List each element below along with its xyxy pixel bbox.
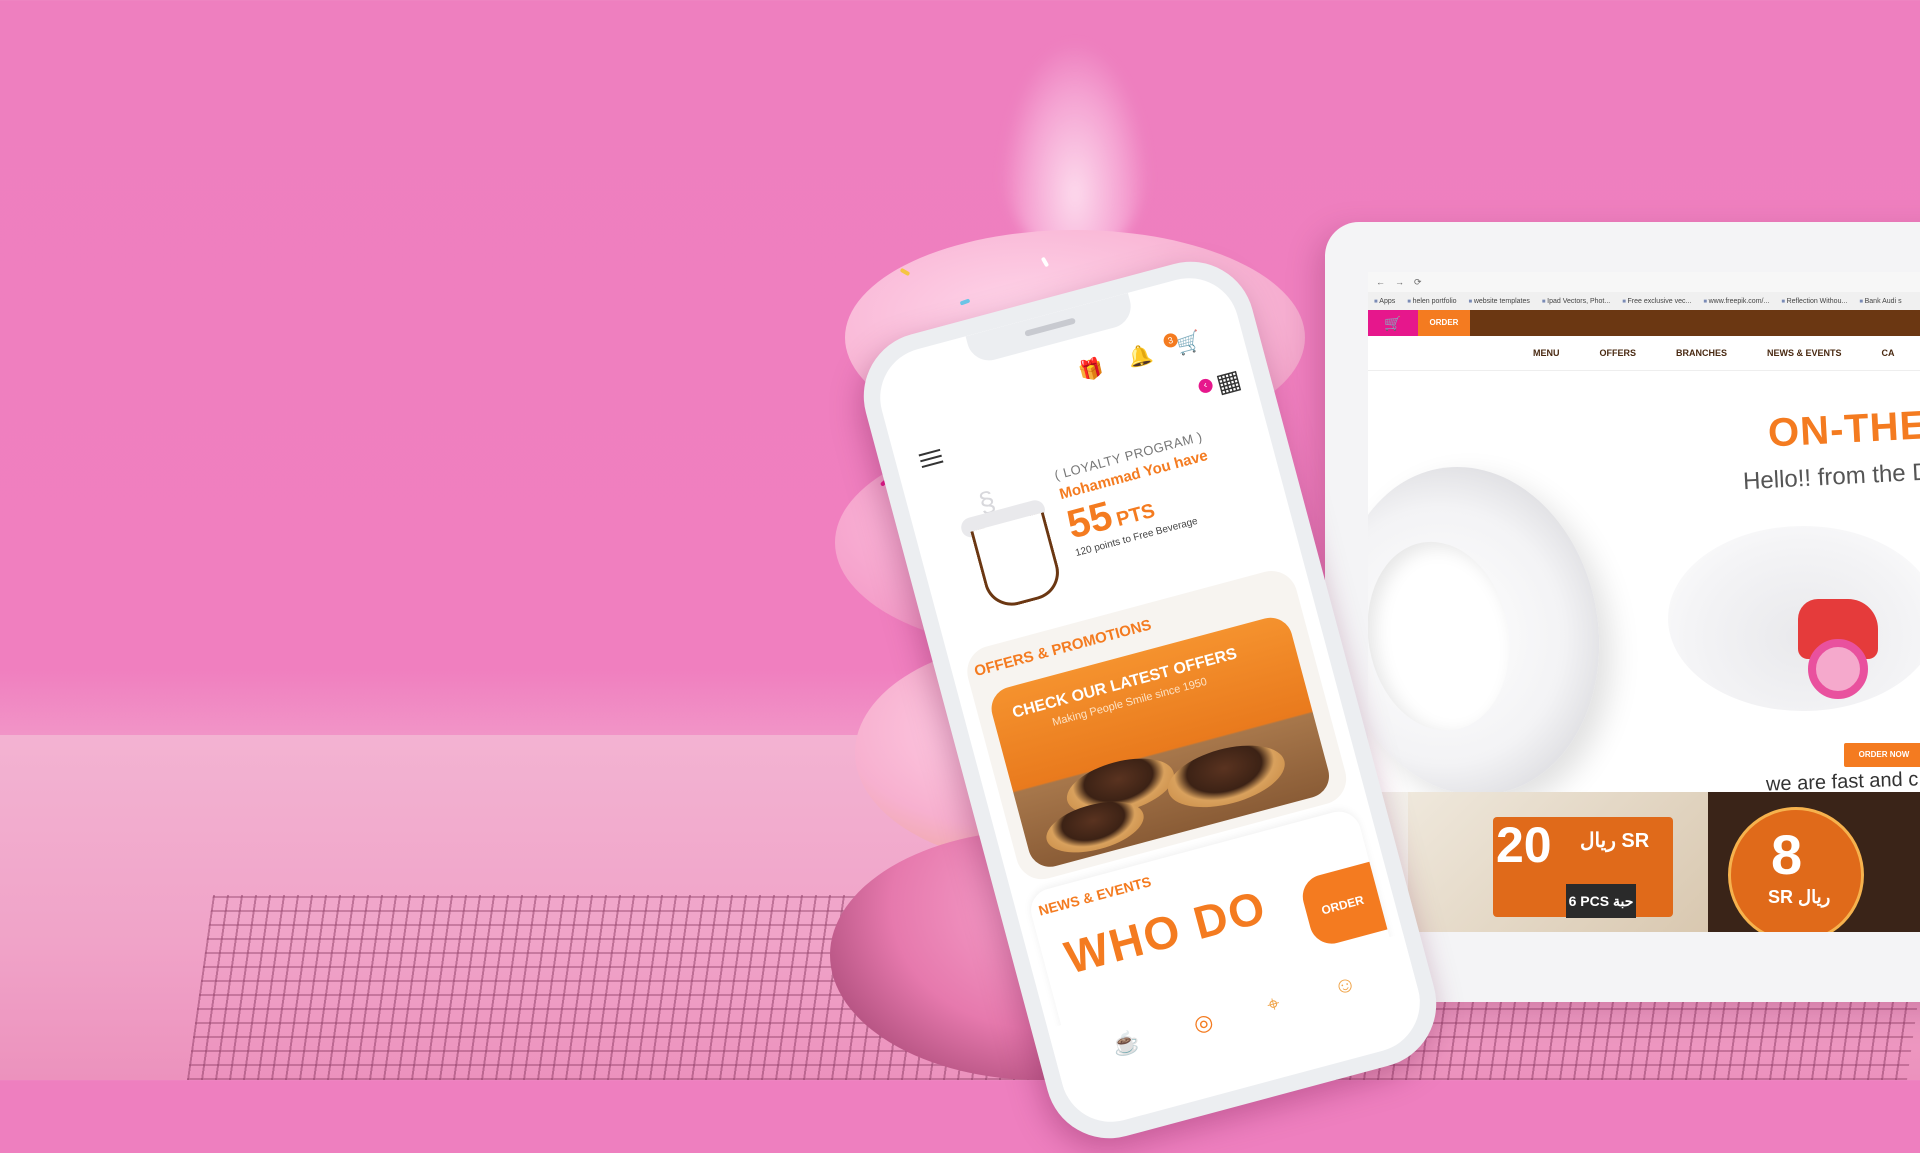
menu-icon[interactable]: [918, 445, 945, 472]
mug-illustration: [1368, 445, 1625, 817]
city-illustration: [1668, 526, 1920, 711]
donut-icon[interactable]: ◎: [1191, 1008, 1216, 1038]
loyalty-panel: ( LOYALTY PROGRAM ) Mohammad You have 55…: [1053, 429, 1225, 559]
order-strip: 🛒 ORDER: [1368, 310, 1920, 336]
order-tab[interactable]: ORDER: [1418, 310, 1470, 336]
cart-icon[interactable]: 🛒: [1368, 310, 1418, 336]
bookmark-item[interactable]: www.freepik.com/...: [1703, 298, 1770, 305]
nav-news-events[interactable]: NEWS & EVENTS: [1767, 348, 1842, 358]
bell-icon[interactable]: 🔔: [1125, 341, 1156, 372]
browser-toolbar: ← → ⟳: [1368, 272, 1920, 292]
nav-offers[interactable]: OFFERS: [1600, 348, 1637, 358]
hero-subtitle: Hello!! from the De: [1742, 457, 1920, 496]
promo-price-20: 20: [1496, 817, 1552, 873]
coffee-cup-illustration: §: [950, 472, 1073, 621]
qr-code-icon[interactable]: ▦: [1213, 363, 1245, 399]
forward-icon[interactable]: →: [1395, 277, 1404, 287]
cart-badge: 3: [1161, 331, 1180, 350]
cup-icon[interactable]: ☕: [1110, 1028, 1143, 1060]
profile-icon[interactable]: ☺: [1331, 970, 1359, 1001]
reload-icon[interactable]: ⟳: [1414, 277, 1422, 288]
bookmarks-bar: Apps helen portfolio website templates I…: [1368, 292, 1920, 310]
hero-section: ON-THE- Hello!! from the De ORDER NOW we…: [1368, 371, 1920, 817]
steam-cloud: [1000, 40, 1150, 260]
bookmark-item[interactable]: Bank Audi s: [1859, 298, 1902, 305]
back-icon[interactable]: ←: [1376, 277, 1385, 287]
order-now-button[interactable]: ORDER NOW: [1844, 743, 1920, 767]
promo-currency-2: SR ريال: [1768, 887, 1831, 907]
promo-band: 20 ريال SR 6 PCS حبة 8 SR ريال: [1368, 792, 1920, 932]
site-nav: MENU OFFERS BRANCHES NEWS & EVENTS CA: [1368, 336, 1920, 371]
promo-pcs: 6 PCS حبة: [1566, 884, 1636, 918]
nav-more[interactable]: CA: [1882, 348, 1895, 358]
promo-price-8: 8: [1771, 823, 1803, 886]
promo-currency: ريال SR: [1580, 830, 1650, 852]
nav-menu[interactable]: MENU: [1533, 348, 1560, 358]
cart-icon[interactable]: 🛒 3: [1161, 328, 1205, 359]
nav-branches[interactable]: BRANCHES: [1676, 348, 1727, 358]
bookmark-item[interactable]: helen portfolio: [1407, 298, 1457, 305]
bookmark-item[interactable]: Reflection Withou...: [1781, 298, 1848, 305]
location-icon[interactable]: ⌖: [1264, 990, 1283, 1018]
donut-image: [1161, 734, 1292, 819]
mug-opening: [1368, 530, 1524, 742]
cup-body: [970, 512, 1066, 612]
tablet-screen: ← → ⟳ Apps helen portfolio website templ…: [1368, 272, 1920, 932]
points-unit: PTS: [1114, 499, 1158, 532]
chevron-left-icon[interactable]: ‹: [1197, 377, 1215, 395]
top-icon-bar: 🎁 🔔 🛒 3: [1076, 328, 1205, 385]
bookmark-item[interactable]: Free exclusive vec...: [1622, 298, 1692, 305]
gift-icon[interactable]: 🎁: [1076, 354, 1107, 385]
bookmark-item[interactable]: website templates: [1469, 298, 1530, 305]
donut-wheel-illustration: [1808, 639, 1868, 699]
bookmark-item[interactable]: Ipad Vectors, Phot...: [1542, 298, 1610, 305]
hero-title: ON-THE-: [1766, 402, 1920, 456]
bookmark-item[interactable]: Apps: [1374, 298, 1395, 305]
